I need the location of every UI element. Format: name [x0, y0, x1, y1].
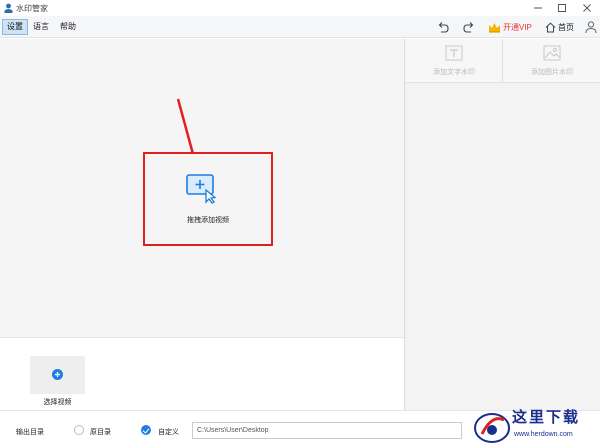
menu-bar: 设置 语言 帮助 开通VIP 首页 — [0, 16, 600, 38]
title-bar: 水印管家 — [0, 0, 600, 16]
undo-icon[interactable] — [436, 20, 450, 34]
select-video-button[interactable] — [30, 356, 85, 394]
site-watermark: 这里下载 www.herdown.com — [468, 404, 600, 446]
select-video-label: 选择视频 — [43, 399, 72, 406]
output-dir-label: 输出目录 — [16, 429, 44, 436]
vip-label: 开通VIP — [503, 22, 532, 32]
home-label: 首页 — [558, 22, 574, 32]
crown-icon — [489, 22, 500, 33]
add-text-watermark-button[interactable]: 添加文字水印 — [405, 39, 503, 83]
plus-icon — [52, 369, 63, 380]
radio-original-label: 原目录 — [90, 429, 111, 436]
minimize-button[interactable] — [526, 0, 550, 16]
user-icon[interactable] — [585, 20, 597, 34]
add-video-icon — [186, 174, 217, 204]
add-image-watermark-button[interactable]: 添加图片水印 — [503, 39, 600, 83]
add-text-watermark-label: 添加文字水印 — [433, 69, 475, 76]
close-button[interactable] — [575, 0, 599, 16]
redo-icon[interactable] — [462, 20, 476, 34]
maximize-icon — [558, 4, 566, 12]
menu-help[interactable]: 帮助 — [56, 19, 80, 35]
home-icon — [545, 22, 556, 32]
radio-custom-dir[interactable] — [141, 425, 151, 435]
radio-original-dir[interactable] — [74, 425, 84, 435]
site-watermark-text: 这里下载 — [512, 408, 581, 426]
window-title: 水印管家 — [16, 4, 48, 13]
close-icon — [583, 4, 591, 12]
radio-custom-label: 自定义 — [158, 429, 179, 436]
add-image-watermark-label: 添加图片水印 — [531, 69, 573, 76]
site-logo-icon — [474, 413, 510, 443]
drop-video-zone[interactable]: 拖拽添加视频 — [143, 152, 273, 246]
site-watermark-url: www.herdown.com — [514, 431, 573, 438]
drop-video-label: 拖拽添加视频 — [187, 217, 229, 224]
image-watermark-icon — [543, 45, 561, 61]
app-logo-icon — [4, 3, 13, 13]
menu-settings[interactable]: 设置 — [2, 19, 28, 35]
maximize-button[interactable] — [550, 0, 574, 16]
output-path-input[interactable] — [192, 422, 462, 439]
menu-language[interactable]: 语言 — [29, 19, 53, 35]
vip-button[interactable]: 开通VIP — [488, 20, 532, 34]
minimize-icon — [534, 7, 542, 9]
video-list: 选择视频 — [0, 337, 404, 410]
watermark-panel: 添加文字水印 添加图片水印 — [404, 39, 600, 410]
text-watermark-icon — [445, 45, 463, 61]
home-button[interactable]: 首页 — [545, 20, 574, 34]
